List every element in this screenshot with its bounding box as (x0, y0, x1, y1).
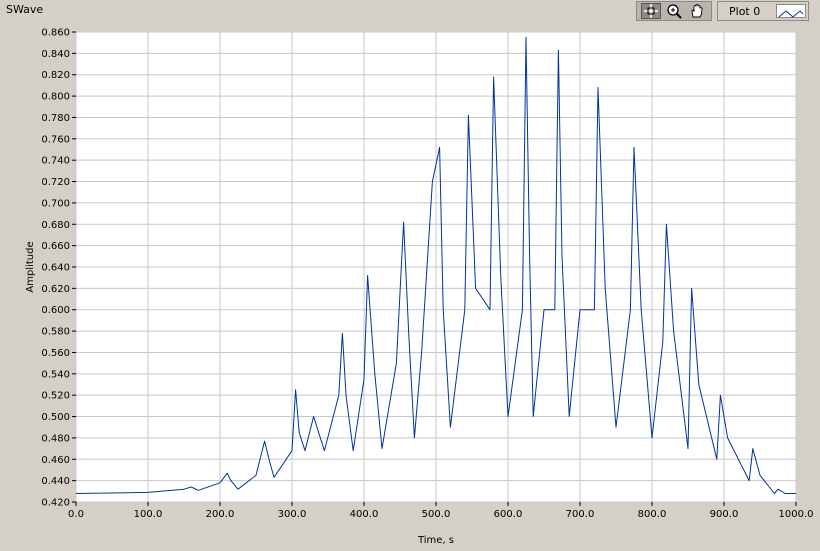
y-tick-label: 0.860 (41, 28, 70, 39)
y-tick-label: 0.580 (41, 327, 70, 338)
x-tick-label: 500.0 (422, 509, 451, 520)
y-tick-label: 0.700 (41, 198, 70, 209)
y-tick-label: 0.540 (41, 369, 70, 380)
x-axis-label: Time, s (417, 535, 454, 546)
x-tick-label: 600.0 (494, 509, 523, 520)
x-tick-label: 100.0 (134, 509, 163, 520)
x-tick-label: 300.0 (278, 509, 307, 520)
y-tick-label: 0.560 (41, 348, 70, 359)
y-tick-label: 0.440 (41, 476, 70, 487)
y-axis-label: Amplitude (25, 241, 36, 292)
y-tick-label: 0.640 (41, 263, 70, 274)
y-tick-label: 0.780 (41, 113, 70, 124)
x-tick-label: 700.0 (566, 509, 595, 520)
y-tick-label: 0.720 (41, 177, 70, 188)
x-axis-ticks: 0.0 100.0 200.0 300.0 400.0 500.0 600.0 700.0 80… (68, 502, 814, 520)
x-tick-label: 400.0 (350, 509, 379, 520)
y-tick-label: 0.800 (41, 92, 70, 103)
y-tick-label: 0.520 (41, 391, 70, 402)
y-tick-label: 0.840 (41, 49, 70, 60)
y-tick-label: 0.500 (41, 412, 70, 423)
amplitude-chart[interactable]: 0.0 100.0 200.0 300.0 400.0 500.0 600.0 700.0 80… (0, 0, 820, 551)
y-tick-label: 0.420 (41, 498, 70, 509)
y-tick-label: 0.680 (41, 220, 70, 231)
y-tick-label: 0.820 (41, 70, 70, 81)
y-axis-ticks: 0.420 0.440 0.460 0.480 0.500 0.520 0.540 0.560… (41, 28, 76, 509)
y-tick-label: 0.760 (41, 134, 70, 145)
x-tick-label: 200.0 (206, 509, 235, 520)
x-tick-label: 1000.0 (779, 509, 814, 520)
y-tick-label: 0.600 (41, 305, 70, 316)
x-tick-label: 900.0 (710, 509, 739, 520)
y-tick-label: 0.620 (41, 284, 70, 295)
y-tick-label: 0.480 (41, 433, 70, 444)
x-tick-label: 0.0 (68, 509, 84, 520)
y-tick-label: 0.740 (41, 156, 70, 167)
y-tick-label: 0.660 (41, 241, 70, 252)
y-tick-label: 0.460 (41, 455, 70, 466)
x-tick-label: 800.0 (638, 509, 667, 520)
